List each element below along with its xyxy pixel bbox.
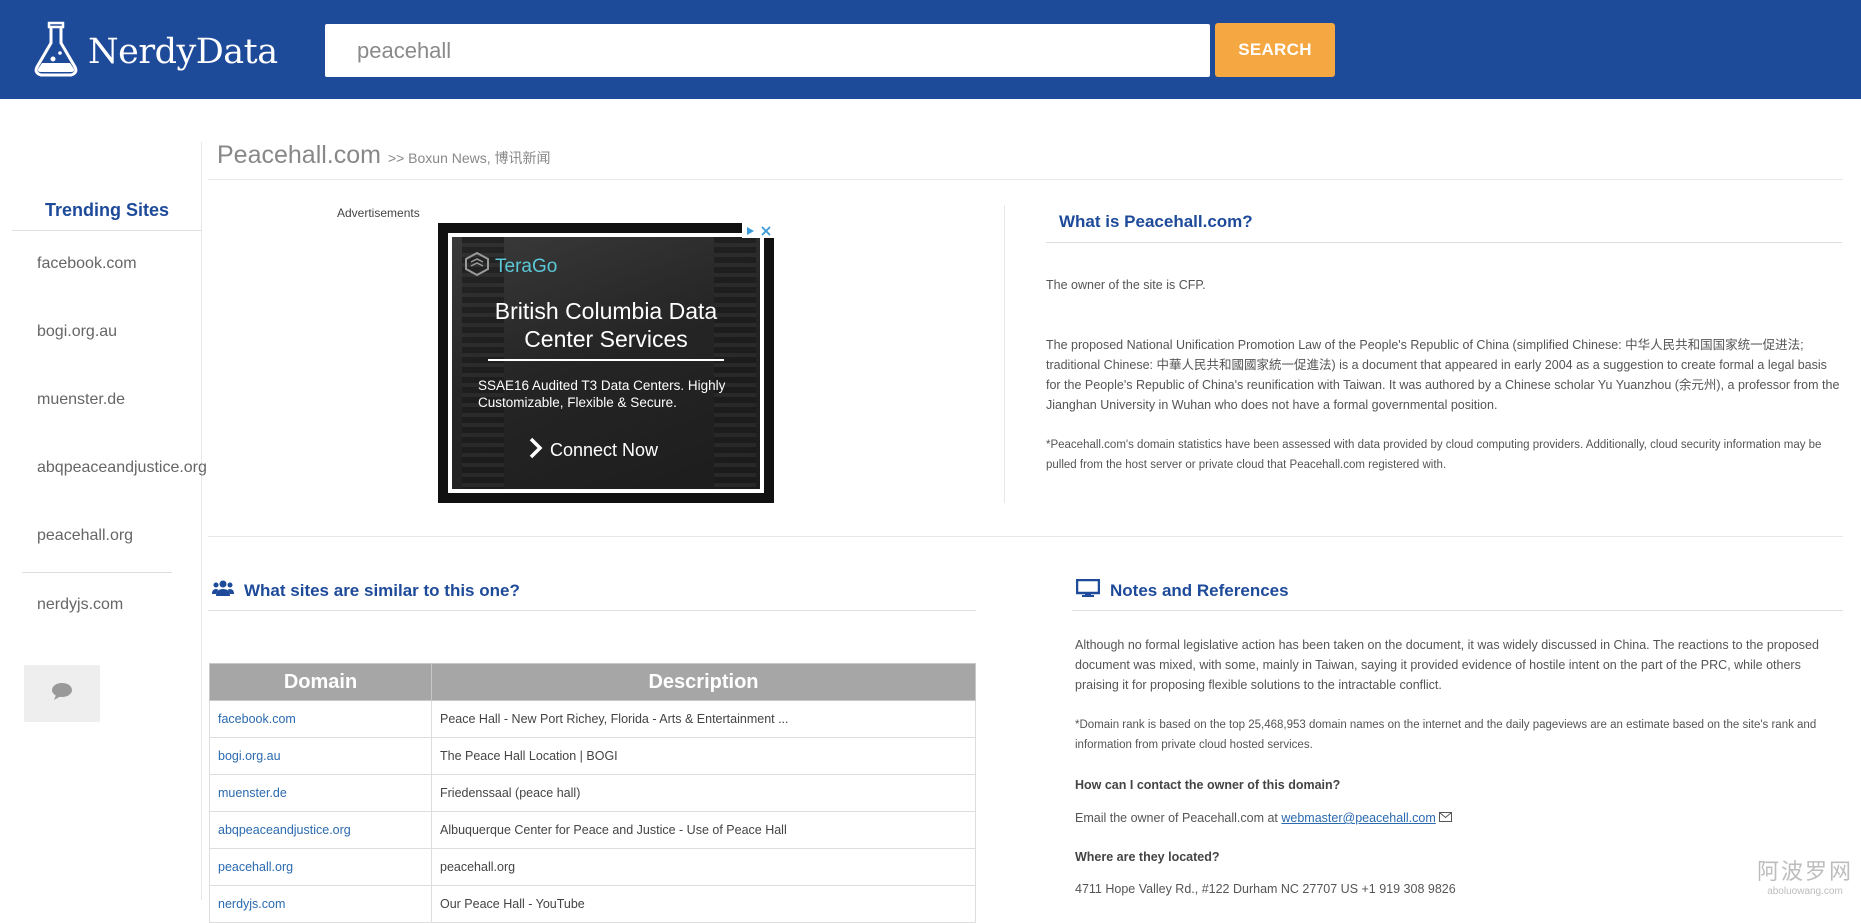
trending-item[interactable]: facebook.com (37, 255, 137, 273)
chat-button[interactable] (24, 665, 100, 722)
description-cell: Albuquerque Center for Peace and Justice… (431, 811, 976, 849)
top-header-bar: NerdyData SEARCH (0, 0, 1861, 99)
trending-item[interactable]: muenster.de (37, 391, 125, 409)
table-row: facebook.com Peace Hall - New Port Riche… (209, 700, 976, 738)
advertisements-label: Advertisements (337, 206, 420, 220)
ad-divider (488, 359, 724, 361)
ad-creative: TeraGo British Columbia Data Center Serv… (448, 233, 764, 493)
table-row: peacehall.org peacehall.org (209, 848, 976, 886)
address-text: 4711 Hope Valley Rd., #122 Durham NC 277… (1075, 882, 1456, 896)
envelope-icon (1439, 811, 1453, 825)
trending-item[interactable]: peacehall.org (37, 527, 133, 545)
watermark-cn: 阿波罗网 (1756, 859, 1853, 884)
contact-prefix: Email the owner of Peacehall.com at (1075, 811, 1278, 825)
description-column-header: Description (431, 663, 976, 701)
comment-icon (51, 682, 73, 705)
domain-link[interactable]: nerdyjs.com (209, 885, 432, 923)
stats-note-text: *Peacehall.com's domain statistics have … (1046, 439, 1822, 471)
watermark: 阿波罗网 aboluowang.com (1752, 854, 1858, 897)
ad-brand: TeraGo (464, 251, 557, 282)
logo-text: NerdyData (88, 32, 278, 72)
trending-divider (22, 572, 172, 573)
adchoices-icon[interactable] (742, 223, 774, 238)
contact-line: Email the owner of Peacehall.com at webm… (1075, 808, 1840, 828)
ad-headline-line: British Columbia Data (494, 298, 718, 324)
monitor-icon (1075, 578, 1101, 602)
search-input[interactable] (325, 24, 1210, 77)
search-button[interactable]: SEARCH (1215, 23, 1335, 77)
domain-link[interactable]: abqpeaceandjustice.org (209, 811, 432, 849)
location-question: Where are they located? (1075, 850, 1220, 864)
description-cell: peacehall.org (431, 848, 976, 886)
table-header-row: Domain Description (209, 663, 976, 701)
trending-item[interactable]: abqpeaceandjustice.org (37, 459, 207, 477)
ad-banner[interactable]: TeraGo British Columbia Data Center Serv… (438, 223, 774, 503)
trending-sites-heading: Trending Sites (44, 200, 170, 220)
title-divider (208, 179, 1843, 180)
chevron-right-icon (528, 437, 544, 464)
domain-link[interactable]: bogi.org.au (209, 737, 432, 775)
users-icon (212, 579, 234, 602)
what-is-heading: What is Peacehall.com? (1059, 212, 1253, 231)
owner-text: The owner of the site is CFP. (1046, 278, 1206, 292)
flask-icon (32, 21, 80, 84)
description-text: The proposed National Unification Promot… (1046, 338, 1840, 412)
ad-brand-name: TeraGo (495, 255, 558, 277)
column-divider (1004, 205, 1005, 503)
nerdydata-logo[interactable]: NerdyData (32, 21, 278, 84)
notes-paragraph: Although no formal legislative action ha… (1075, 638, 1819, 692)
terago-logo-icon (464, 251, 490, 282)
watermark-url: aboluowang.com (1767, 886, 1843, 897)
trending-item[interactable]: bogi.org.au (37, 323, 117, 341)
ad-headline-line: Center Services (524, 326, 688, 352)
trending-divider (12, 230, 202, 231)
notes-title: Notes and References (1110, 580, 1289, 600)
domain-column-header: Domain (209, 663, 432, 701)
what-is-divider (1046, 242, 1842, 243)
description-cell: Friedenssaal (peace hall) (431, 774, 976, 812)
domain-title: Peacehall.com (217, 141, 381, 169)
domain-link[interactable]: peacehall.org (209, 848, 432, 886)
table-row: abqpeaceandjustice.org Albuquerque Cente… (209, 811, 976, 849)
trending-item[interactable]: nerdyjs.com (37, 596, 123, 614)
table-row: nerdyjs.com Our Peace Hall - YouTube (209, 885, 976, 923)
description-cell: Our Peace Hall - YouTube (431, 885, 976, 923)
ad-cta-label: Connect Now (550, 440, 659, 460)
domain-link[interactable]: muenster.de (209, 774, 432, 812)
notes-heading: Notes and References (1075, 578, 1289, 602)
similar-sites-table: Domain Description facebook.com Peace Ha… (209, 663, 976, 923)
domain-link[interactable]: facebook.com (209, 700, 432, 738)
sidebar-divider (201, 142, 202, 900)
similar-sites-heading: What sites are similar to this one? (212, 579, 520, 602)
notes-divider (1072, 610, 1843, 611)
section-divider (208, 536, 1843, 537)
ad-rack-graphic (714, 237, 756, 489)
description-cell: The Peace Hall Location | BOGI (431, 737, 976, 775)
ad-connect-button[interactable]: Connect Now (528, 437, 658, 464)
ad-headline: British Columbia Data Center Services (452, 297, 760, 353)
description-cell: Peace Hall - New Port Richey, Florida - … (431, 700, 976, 738)
similar-sites-title: What sites are similar to this one? (244, 580, 520, 600)
rank-note-text: *Domain rank is based on the top 25,468,… (1075, 719, 1817, 751)
page-subtitle: >> Boxun News, 博讯新闻 (387, 150, 551, 166)
email-link[interactable]: webmaster@peacehall.com (1281, 811, 1435, 825)
similar-divider (208, 610, 976, 611)
ad-body-text: SSAE16 Audited T3 Data Centers. Highly C… (478, 378, 726, 410)
table-row: bogi.org.au The Peace Hall Location | BO… (209, 737, 976, 775)
page-title: Peacehall.com >> Boxun News, 博讯新闻 (217, 141, 551, 170)
table-row: muenster.de Friedenssaal (peace hall) (209, 774, 976, 812)
contact-question: How can I contact the owner of this doma… (1075, 778, 1341, 792)
